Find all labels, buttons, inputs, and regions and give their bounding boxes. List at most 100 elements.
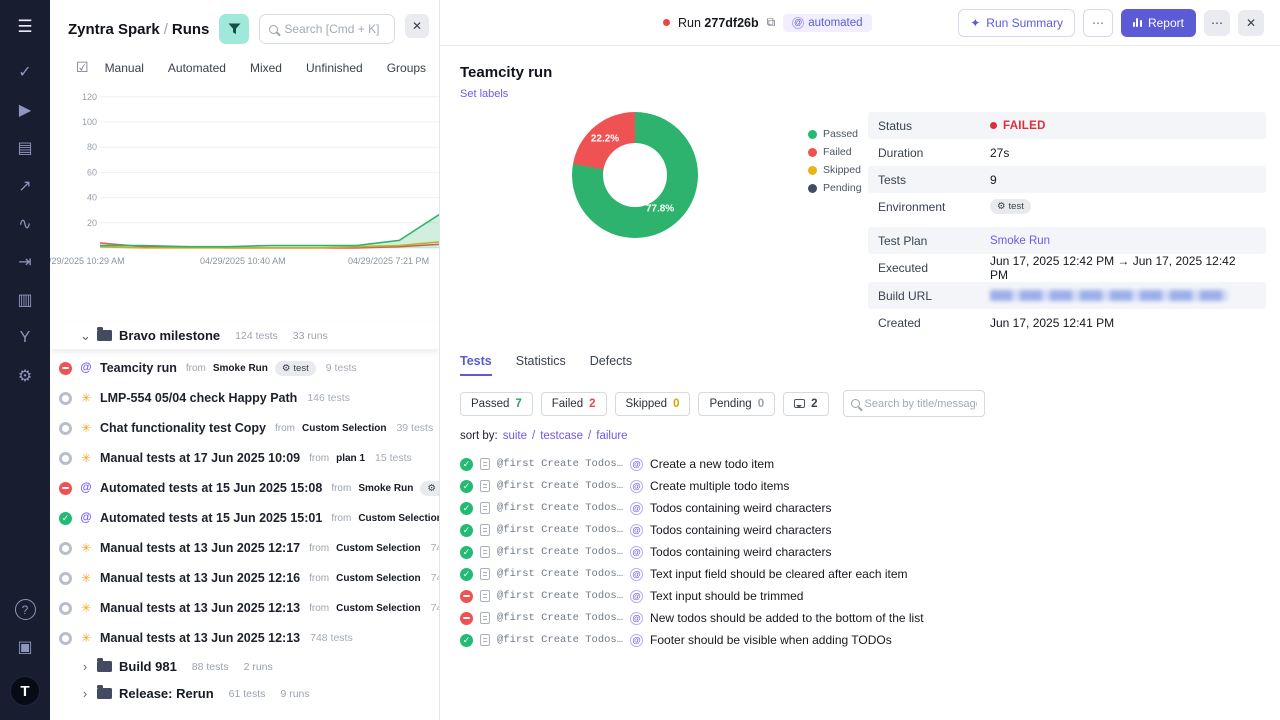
run-row[interactable]: ✳ Manual tests at 13 Jun 2025 12:16 from Cu… bbox=[50, 563, 439, 593]
run-row[interactable]: ✳ Manual tests at 17 Jun 2025 10:09 from pl… bbox=[50, 443, 439, 473]
panel-close-button[interactable]: ✕ bbox=[405, 14, 429, 38]
run-name: Manual tests at 13 Jun 2025 12:17 bbox=[100, 541, 301, 555]
group-row-release-rerun[interactable]: › Release: Rerun 61 tests 9 runs bbox=[50, 680, 439, 707]
runs-panel-header: Zyntra Spark/Runs ✕ bbox=[50, 0, 439, 50]
tab-manual[interactable]: Manual bbox=[105, 61, 144, 75]
run-row[interactable]: ✳ Manual tests at 13 Jun 2025 12:13 748 te… bbox=[50, 623, 439, 653]
pending-status-icon bbox=[59, 421, 72, 435]
build-url-redacted[interactable] bbox=[990, 290, 1228, 301]
group-name: Release: Rerun bbox=[119, 686, 214, 701]
branch-icon[interactable]: Y bbox=[11, 325, 39, 351]
run-row[interactable]: ✓ @ Automated tests at 15 Jun 2025 15:01 fr… bbox=[50, 503, 439, 533]
filter-button[interactable] bbox=[219, 14, 250, 44]
tab-tests[interactable]: Tests bbox=[460, 354, 492, 376]
group-row-build-981[interactable]: › Build 981 88 tests 2 runs bbox=[50, 653, 439, 680]
sort-by-testcase[interactable]: testcase bbox=[540, 430, 583, 442]
runs-search-input[interactable] bbox=[284, 22, 385, 36]
run-row[interactable]: @ Automated tests at 15 Jun 2025 15:08 fro… bbox=[50, 473, 439, 503]
test-row[interactable]: ✓ @first Create Todos… @ Todos containing w… bbox=[460, 519, 1266, 541]
pulse-icon[interactable]: ∿ bbox=[11, 211, 39, 237]
filter-label: Skipped bbox=[625, 397, 668, 410]
group-row-bravo-milestone[interactable]: ⌄ Bravo milestone 124 tests 33 runs bbox=[50, 322, 439, 349]
filter-pending[interactable]: Pending 0 bbox=[698, 391, 776, 416]
tab-unfinished[interactable]: Unfinished bbox=[306, 61, 363, 75]
filter-failed[interactable]: Failed 2 bbox=[540, 391, 607, 416]
tab-automated[interactable]: Automated bbox=[168, 61, 226, 75]
run-row[interactable]: ✳ Chat functionality test Copy from Custom … bbox=[50, 413, 439, 443]
filter-passed[interactable]: Passed 7 bbox=[460, 391, 533, 416]
tests-icon[interactable]: ✓ bbox=[11, 59, 39, 85]
tab-mixed[interactable]: Mixed bbox=[250, 61, 282, 75]
detail-row-build-url: Build URL bbox=[868, 282, 1266, 309]
app-root: ☰ ✓ ▶ ▤ ↗ ∿ ⇥ ▥ Y ⚙ ? ▣ T Zyntra Spark/Runs ✕ ☑ Ma… bbox=[0, 0, 1280, 720]
legend-label: Pending bbox=[823, 182, 862, 194]
plans-icon[interactable]: ▤ bbox=[11, 135, 39, 161]
run-name: Chat functionality test Copy bbox=[100, 421, 266, 435]
run-row[interactable]: ✳ LMP-554 05/04 check Happy Path 146 tests bbox=[50, 383, 439, 413]
run-summary-button[interactable]: ✦ Run Summary bbox=[958, 8, 1075, 37]
comments-filter[interactable]: 2 bbox=[783, 391, 829, 416]
test-title: Create multiple todo items bbox=[650, 479, 790, 493]
breadcrumb-project[interactable]: Zyntra Spark bbox=[68, 21, 160, 38]
group-name: Bravo milestone bbox=[119, 328, 221, 343]
test-row[interactable]: ✓ @first Create Todos… @ Todos containing w… bbox=[460, 497, 1266, 519]
run-row[interactable]: @ Teamcity run from Smoke Run ⚙ test 9 tests bbox=[50, 353, 439, 383]
analytics-icon[interactable]: ▥ bbox=[11, 287, 39, 313]
tab-groups[interactable]: Groups bbox=[387, 61, 426, 75]
copy-icon[interactable]: ⧉ bbox=[767, 15, 776, 30]
legend-skipped: Skipped bbox=[808, 164, 862, 176]
app-logo[interactable]: T bbox=[10, 676, 40, 706]
tab-defects[interactable]: Defects bbox=[590, 354, 632, 376]
automated-badge[interactable]: @ automated bbox=[783, 13, 872, 32]
test-row[interactable]: @first Create Todos… @ New todos should be… bbox=[460, 607, 1266, 629]
test-row[interactable]: ✓ @first Create Todos… @ Text input field s… bbox=[460, 563, 1266, 585]
run-name: Automated tests at 15 Jun 2025 15:08 bbox=[100, 481, 323, 495]
more-options-button[interactable]: ⋯ bbox=[1204, 9, 1230, 36]
environment-tag-label: test bbox=[1008, 201, 1024, 212]
detail-value bbox=[990, 290, 1228, 301]
test-row[interactable]: ✓ @first Create Todos… @ Create multiple to… bbox=[460, 475, 1266, 497]
breadcrumb-separator: / bbox=[163, 20, 168, 38]
select-all-icon[interactable]: ☑ bbox=[76, 59, 89, 76]
summary-more-button[interactable]: ⋯ bbox=[1082, 8, 1113, 37]
runs-icon[interactable]: ▶ bbox=[11, 97, 39, 123]
test-row[interactable]: ✓ @first Create Todos… @ Footer should be v… bbox=[460, 629, 1266, 651]
settings-icon[interactable]: ⚙ bbox=[11, 363, 39, 389]
pending-status-icon bbox=[59, 451, 72, 465]
help-icon[interactable]: ? bbox=[14, 599, 36, 620]
test-row[interactable]: ✓ @first Create Todos… @ Create a new todo … bbox=[460, 453, 1266, 475]
tests-search-input[interactable] bbox=[864, 397, 977, 410]
chevron-right-icon[interactable]: › bbox=[80, 659, 90, 674]
test-row[interactable]: ✓ @first Create Todos… @ Todos containing w… bbox=[460, 541, 1266, 563]
run-from-label: from bbox=[309, 452, 330, 464]
import-icon[interactable]: ⇥ bbox=[11, 249, 39, 275]
close-run-button[interactable]: ✕ bbox=[1238, 9, 1264, 36]
document-icon bbox=[480, 568, 490, 580]
automated-icon: @ bbox=[630, 479, 644, 493]
sort-by-suite[interactable]: suite bbox=[503, 430, 527, 442]
run-title: Teamcity run bbox=[460, 64, 553, 81]
sparkle-icon: ✦ bbox=[970, 15, 981, 30]
environment-tag: ⚙ test bbox=[990, 199, 1031, 214]
run-tests-count: 146 tests bbox=[307, 392, 350, 404]
run-row[interactable]: ✳ Manual tests at 13 Jun 2025 12:13 from Cu… bbox=[50, 593, 439, 623]
tab-statistics[interactable]: Statistics bbox=[516, 354, 566, 376]
detail-value: Smoke Run bbox=[990, 235, 1050, 247]
run-name: Manual tests at 13 Jun 2025 12:16 bbox=[100, 571, 301, 585]
run-tests-count: 748 tests bbox=[430, 572, 439, 584]
report-button[interactable]: Report bbox=[1120, 8, 1196, 37]
run-row[interactable]: ✳ Manual tests at 13 Jun 2025 12:17 from Cu… bbox=[50, 533, 439, 563]
chevron-right-icon[interactable]: › bbox=[80, 686, 90, 701]
run-tests-count: 15 tests bbox=[375, 452, 412, 464]
filter-skipped[interactable]: Skipped 0 bbox=[614, 391, 691, 416]
set-labels-link[interactable]: Set labels bbox=[460, 88, 508, 100]
projects-icon[interactable]: ▣ bbox=[11, 634, 39, 660]
menu-icon[interactable]: ☰ bbox=[11, 14, 39, 40]
test-plan-link[interactable]: Smoke Run bbox=[990, 235, 1050, 247]
sort-by-failure[interactable]: failure bbox=[596, 430, 627, 442]
trend-icon[interactable]: ↗ bbox=[11, 173, 39, 199]
report-label: Report bbox=[1147, 15, 1184, 30]
test-row[interactable]: @first Create Todos… @ Text input should b… bbox=[460, 585, 1266, 607]
filter-count: 0 bbox=[673, 397, 680, 410]
chevron-down-icon[interactable]: ⌄ bbox=[80, 328, 91, 344]
